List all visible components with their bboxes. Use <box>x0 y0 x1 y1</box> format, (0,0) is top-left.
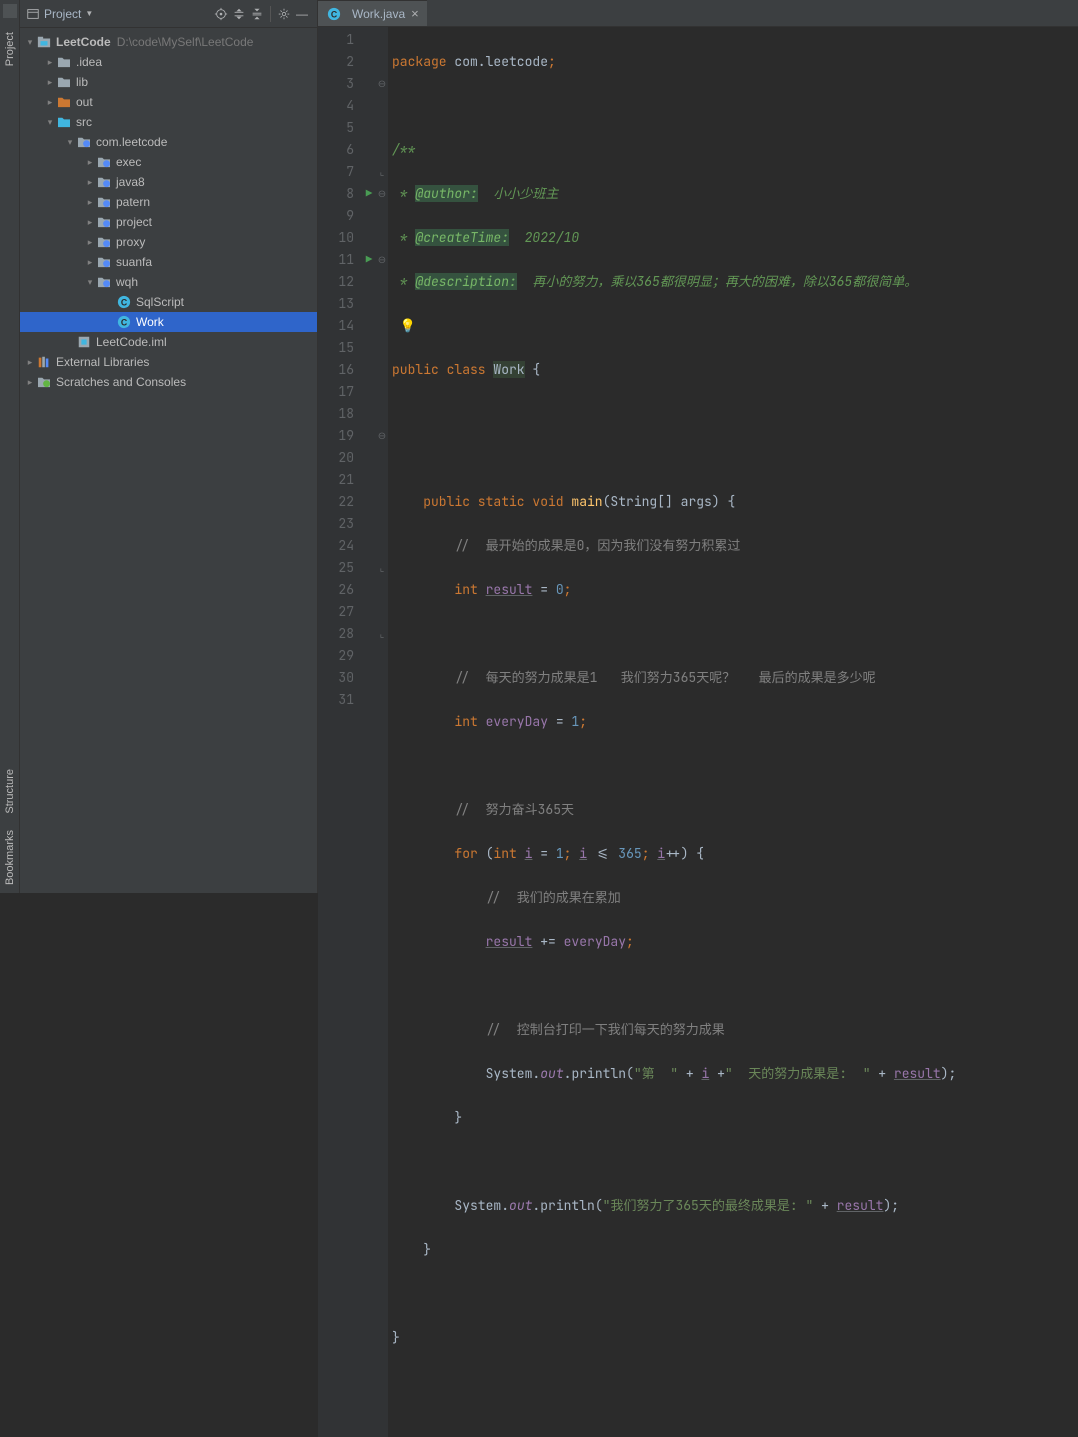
tab-close-icon[interactable]: × <box>411 6 419 21</box>
gutter-marks: ▶ ▶ <box>362 27 376 1437</box>
tree-pkg[interactable]: ▾com.leetcode <box>20 132 317 152</box>
tree-extlib[interactable]: ▸External Libraries <box>20 352 317 372</box>
expand-all-icon[interactable] <box>230 5 248 23</box>
chevron-down-icon: ▼ <box>85 9 93 18</box>
tree-exec[interactable]: ▸exec <box>20 152 317 172</box>
tree-suanfa[interactable]: ▸suanfa <box>20 252 317 272</box>
tree-sqlscript[interactable]: CSqlScript <box>20 292 317 312</box>
tree-scratch[interactable]: ▸Scratches and Consoles <box>20 372 317 392</box>
rail-project[interactable]: Project <box>4 24 16 74</box>
svg-text:C: C <box>121 298 128 308</box>
tree-src[interactable]: ▾src <box>20 112 317 132</box>
tree-patern[interactable]: ▸patern <box>20 192 317 212</box>
pane-title-dropdown[interactable]: Project ▼ <box>26 7 93 21</box>
tree-out[interactable]: ▸out <box>20 92 317 112</box>
collapse-all-icon[interactable] <box>248 5 266 23</box>
locate-icon[interactable] <box>212 5 230 23</box>
tree-proxy[interactable]: ▸proxy <box>20 232 317 252</box>
tree-idea[interactable]: ▸.idea <box>20 52 317 72</box>
tree-wqh[interactable]: ▾wqh <box>20 272 317 292</box>
java-class-icon: C <box>326 6 342 22</box>
project-tool-icon[interactable] <box>3 4 17 18</box>
rail-structure[interactable]: Structure <box>4 761 16 822</box>
tree-work[interactable]: CWork <box>20 312 317 332</box>
rail-bookmarks[interactable]: Bookmarks <box>4 822 16 893</box>
line-gutter: 1234567891011121314151617181920212223242… <box>318 27 362 1437</box>
tree-lib[interactable]: ▸lib <box>20 72 317 92</box>
tab-work[interactable]: C Work.java × <box>318 0 427 26</box>
editor-body[interactable]: 1234567891011121314151617181920212223242… <box>318 27 1078 1437</box>
pane-title-text: Project <box>44 7 81 21</box>
separator <box>270 6 271 22</box>
project-view-icon <box>26 7 40 21</box>
svg-text:C: C <box>121 318 128 328</box>
project-tree: ▾LeetCodeD:\code\MySelf\LeetCode ▸.idea … <box>20 28 317 396</box>
gear-icon[interactable] <box>275 5 293 23</box>
pane-header: Project ▼ — <box>20 0 317 28</box>
project-pane: Project ▼ — ▾LeetCodeD:\code\MySelf\Leet… <box>20 0 318 893</box>
tree-project[interactable]: ▸project <box>20 212 317 232</box>
tree-root[interactable]: ▾LeetCodeD:\code\MySelf\LeetCode <box>20 32 317 52</box>
run-main-icon[interactable]: ▶ <box>362 249 376 271</box>
tab-bar: C Work.java × <box>318 0 1078 27</box>
run-class-icon[interactable]: ▶ <box>362 183 376 205</box>
editor-area: C Work.java × 12345678910111213141516171… <box>318 0 1078 893</box>
tree-java8[interactable]: ▸java8 <box>20 172 317 192</box>
svg-text:C: C <box>331 9 338 19</box>
fold-gutter: ⊖⌞⊖⊖⊖⌞⌞ <box>376 27 388 1437</box>
tab-label: Work.java <box>352 7 405 21</box>
minimize-icon[interactable]: — <box>293 5 311 23</box>
bulb-icon[interactable]: 💡 <box>400 317 416 334</box>
tool-rail: Project Structure Bookmarks <box>0 0 20 893</box>
code-content[interactable]: package com.leetcode; /** * @author: 小小少… <box>388 27 1078 1437</box>
tree-iml[interactable]: LeetCode.iml <box>20 332 317 352</box>
